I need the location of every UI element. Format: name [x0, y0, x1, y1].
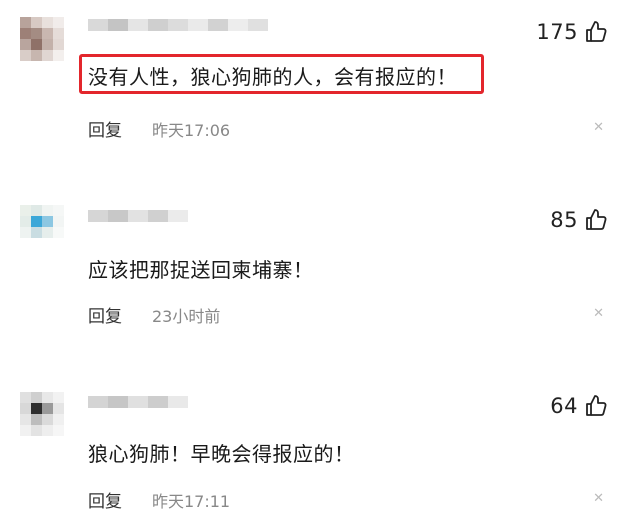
like-count: 175	[536, 20, 578, 44]
thumbs-up-icon	[586, 395, 607, 416]
close-icon[interactable]: ✕	[593, 491, 604, 506]
reply-button[interactable]: 回复	[88, 302, 122, 327]
comment-time: 23小时前	[152, 306, 221, 326]
avatar[interactable]	[20, 17, 64, 61]
reply-button[interactable]: 回复	[88, 487, 122, 512]
username[interactable]	[88, 396, 188, 408]
close-icon[interactable]: ✕	[593, 120, 604, 135]
comment-item: 85 应该把那捉送回柬埔寨！ 回复 23小时前 ✕	[0, 180, 640, 355]
comment-item: 64 狼心狗肺！早晚会得报应的！ 回复 昨天17:11 ✕	[0, 370, 640, 532]
avatar[interactable]	[20, 205, 64, 243]
like-button[interactable]: 64	[550, 394, 608, 418]
thumbs-up-icon	[586, 209, 607, 230]
comment-text: 狼心狗肺！早晚会得报应的！	[88, 442, 355, 466]
username[interactable]	[88, 210, 188, 222]
like-button[interactable]: 175	[536, 20, 608, 44]
comment-item: 175 没有人性，狼心狗肺的人，会有报应的！ 回复 昨天17:06 ✕	[0, 0, 640, 175]
like-count: 64	[550, 394, 578, 418]
comment-time: 昨天17:11	[152, 491, 231, 511]
reply-button[interactable]: 回复	[88, 116, 122, 141]
comment-text: 没有人性，狼心狗肺的人，会有报应的！	[88, 65, 457, 89]
thumbs-up-icon	[586, 21, 607, 42]
like-button[interactable]: 85	[550, 208, 608, 232]
close-icon[interactable]: ✕	[593, 306, 604, 321]
like-count: 85	[550, 208, 578, 232]
comment-text: 应该把那捉送回柬埔寨！	[88, 258, 314, 282]
username[interactable]	[88, 19, 268, 31]
avatar[interactable]	[20, 392, 64, 436]
comment-time: 昨天17:06	[152, 120, 231, 140]
